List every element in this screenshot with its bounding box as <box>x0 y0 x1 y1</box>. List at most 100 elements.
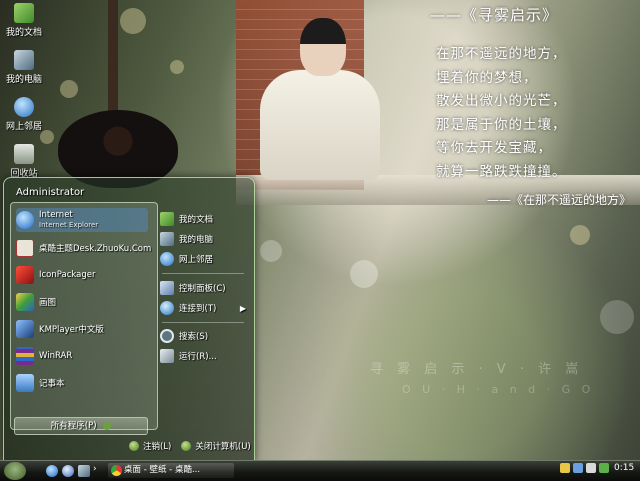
start-menu-item-label: KMPlayer中文版 <box>39 325 104 335</box>
internet-explorer-icon <box>16 211 34 229</box>
start-menu-item-network[interactable]: 网上邻居 <box>160 250 248 268</box>
desktop-icon-label: 网上邻居 <box>5 122 42 132</box>
start-menu-item-label: 连接到(T) <box>179 304 217 314</box>
all-programs-label: 所有程序(P) <box>50 421 97 431</box>
start-menu-item-notepad[interactable]: 记事本 <box>16 371 65 395</box>
network-icon <box>160 252 174 266</box>
tray-icon[interactable] <box>586 463 596 473</box>
wallpaper-watermark-sub: O U · H · a n d · G O <box>402 383 595 396</box>
taskbar: › 桌面 - 壁纸 - 桌酷... 0:15 <box>0 460 640 481</box>
poem-line: 就算一路跌跌撞撞。 <box>436 163 567 180</box>
wallpaper-watermark: 寻 雾 启 示 · V · 许 嵩 <box>370 362 584 377</box>
tray-icon[interactable] <box>573 463 583 473</box>
volume-icon[interactable] <box>599 463 609 473</box>
quicklaunch-browser-icon[interactable] <box>62 465 74 477</box>
start-menu-item-connect-to[interactable]: 连接到(T) ▶ <box>160 299 248 317</box>
system-tray <box>560 463 609 473</box>
desktop-icon-my-computer[interactable]: 我的电脑 <box>2 50 46 85</box>
taskbar-button-active-window[interactable]: 桌面 - 壁纸 - 桌酷... <box>108 463 234 478</box>
run-icon <box>160 349 174 363</box>
wallpaper-guitar <box>58 0 178 190</box>
start-menu-item-label: IconPackager <box>39 270 96 280</box>
menu-separator <box>162 322 244 323</box>
poem-line: 在那不遥远的地方， <box>436 46 567 62</box>
quicklaunch-ie-icon[interactable] <box>46 465 58 477</box>
desktop-icon-label: 我的文档 <box>5 28 42 38</box>
start-menu-item-label: 画图 <box>39 298 57 308</box>
winrar-icon <box>16 347 34 365</box>
start-menu-item-label: 搜索(S) <box>179 332 209 342</box>
taskbar-button-label: 桌面 - 壁纸 - 桌酷... <box>124 465 201 475</box>
desktop-icon-label: 我的电脑 <box>5 75 42 85</box>
menu-separator <box>162 273 244 274</box>
logoff-icon <box>129 441 139 451</box>
start-menu-item-paint[interactable]: 画图 <box>16 290 56 314</box>
start-menu-item-label: 我的电脑 <box>179 235 214 245</box>
power-icon <box>181 441 192 451</box>
arrow-right-icon <box>103 421 112 430</box>
desktop-icon-network[interactable]: 网上邻居 <box>2 97 46 132</box>
start-menu-item-label: Internet <box>39 210 73 220</box>
desktop-icon-my-documents[interactable]: 我的文档 <box>2 3 46 38</box>
start-menu-item-label: 记事本 <box>39 379 65 389</box>
start-menu-footer: 注销(L) 关闭计算机(U) <box>129 440 251 452</box>
paint-icon <box>16 293 34 311</box>
my-computer-icon <box>14 50 34 70</box>
control-panel-icon <box>160 281 174 295</box>
start-menu-item-kmplayer[interactable]: KMPlayer中文版 <box>16 317 104 341</box>
poem-line: 那是属于你的土壤， <box>436 116 567 133</box>
start-menu: Administrator Internet Internet Explorer… <box>3 177 255 462</box>
logoff-button[interactable]: 注销(L) <box>129 440 171 452</box>
wallpaper-poem: ——《寻雾启示》 在那不遥远的地方， 埋着你的梦想， 散发出微小的光芒， 那是属… <box>430 4 635 208</box>
my-computer-icon <box>160 232 174 246</box>
start-menu-places-list: 我的文档 我的电脑 网上邻居 控制面板(C) 连接到(T) ▶ 搜索(S) 运行… <box>156 202 248 428</box>
start-menu-item-label: 桌酷主题Desk.ZhuoKu.Com <box>39 244 152 254</box>
my-documents-icon <box>160 212 174 226</box>
logoff-label: 注销(L) <box>143 442 172 452</box>
network-icon <box>14 97 34 117</box>
search-icon <box>160 329 174 343</box>
all-programs-button[interactable]: 所有程序(P) <box>14 417 148 435</box>
shutdown-button[interactable]: 关闭计算机(U) <box>181 440 251 452</box>
tray-icon[interactable] <box>560 463 570 473</box>
browser-icon <box>111 465 122 476</box>
iconpackager-icon <box>16 266 34 284</box>
start-menu-item-iconpackager[interactable]: IconPackager <box>16 263 96 287</box>
wallpaper-person-head <box>300 18 346 76</box>
poem-line: 埋着你的梦想， <box>436 69 538 86</box>
start-menu-item-internet[interactable]: Internet Internet Explorer <box>16 208 148 232</box>
recycle-bin-icon <box>14 144 34 164</box>
start-button[interactable] <box>4 462 26 480</box>
start-menu-username: Administrator <box>16 187 85 198</box>
quicklaunch-expand-icon[interactable]: › <box>93 464 97 476</box>
start-menu-item-control-panel[interactable]: 控制面板(C) <box>160 279 248 297</box>
start-menu-item-sublabel: Internet Explorer <box>39 221 99 229</box>
start-menu-item-label: 我的文档 <box>179 215 214 225</box>
start-menu-item-label: 网上邻居 <box>179 255 214 265</box>
submenu-arrow-icon: ▶ <box>239 303 246 313</box>
my-documents-icon <box>14 3 34 23</box>
start-menu-item-label: 控制面板(C) <box>179 284 226 294</box>
start-menu-item-winrar[interactable]: WinRAR <box>16 344 72 368</box>
quicklaunch-desktop-icon[interactable] <box>78 465 90 477</box>
start-menu-item-zhuoku[interactable]: 桌酷主题Desk.ZhuoKu.Com <box>16 236 151 260</box>
poem-signature: ——《在那不遥远的地方》 <box>486 193 631 207</box>
start-menu-item-label: 运行(R)... <box>179 352 217 362</box>
start-menu-pinned-list: Internet Internet Explorer 桌酷主题Desk.Zhuo… <box>10 202 158 430</box>
notepad-icon <box>16 374 34 392</box>
desktop-icon-recycle-bin[interactable]: 回收站 <box>2 144 46 179</box>
start-menu-item-search[interactable]: 搜索(S) <box>160 327 248 345</box>
shutdown-label: 关闭计算机(U) <box>195 442 251 452</box>
poem-line: 等你去开发宝藏， <box>436 140 552 156</box>
wallpaper-person-body <box>260 70 380 180</box>
poem-line: 散发出微小的光芒， <box>436 93 567 109</box>
poem-title: ——《寻雾启示》 <box>430 6 559 24</box>
kmplayer-icon <box>16 320 34 338</box>
zhuoku-icon <box>16 239 34 257</box>
start-menu-item-my-computer[interactable]: 我的电脑 <box>160 230 248 248</box>
clock[interactable]: 0:15 <box>614 463 634 473</box>
connect-icon <box>160 301 174 315</box>
start-menu-item-my-documents[interactable]: 我的文档 <box>160 210 248 228</box>
start-menu-item-run[interactable]: 运行(R)... <box>160 347 248 365</box>
start-menu-item-label: WinRAR <box>39 351 73 361</box>
